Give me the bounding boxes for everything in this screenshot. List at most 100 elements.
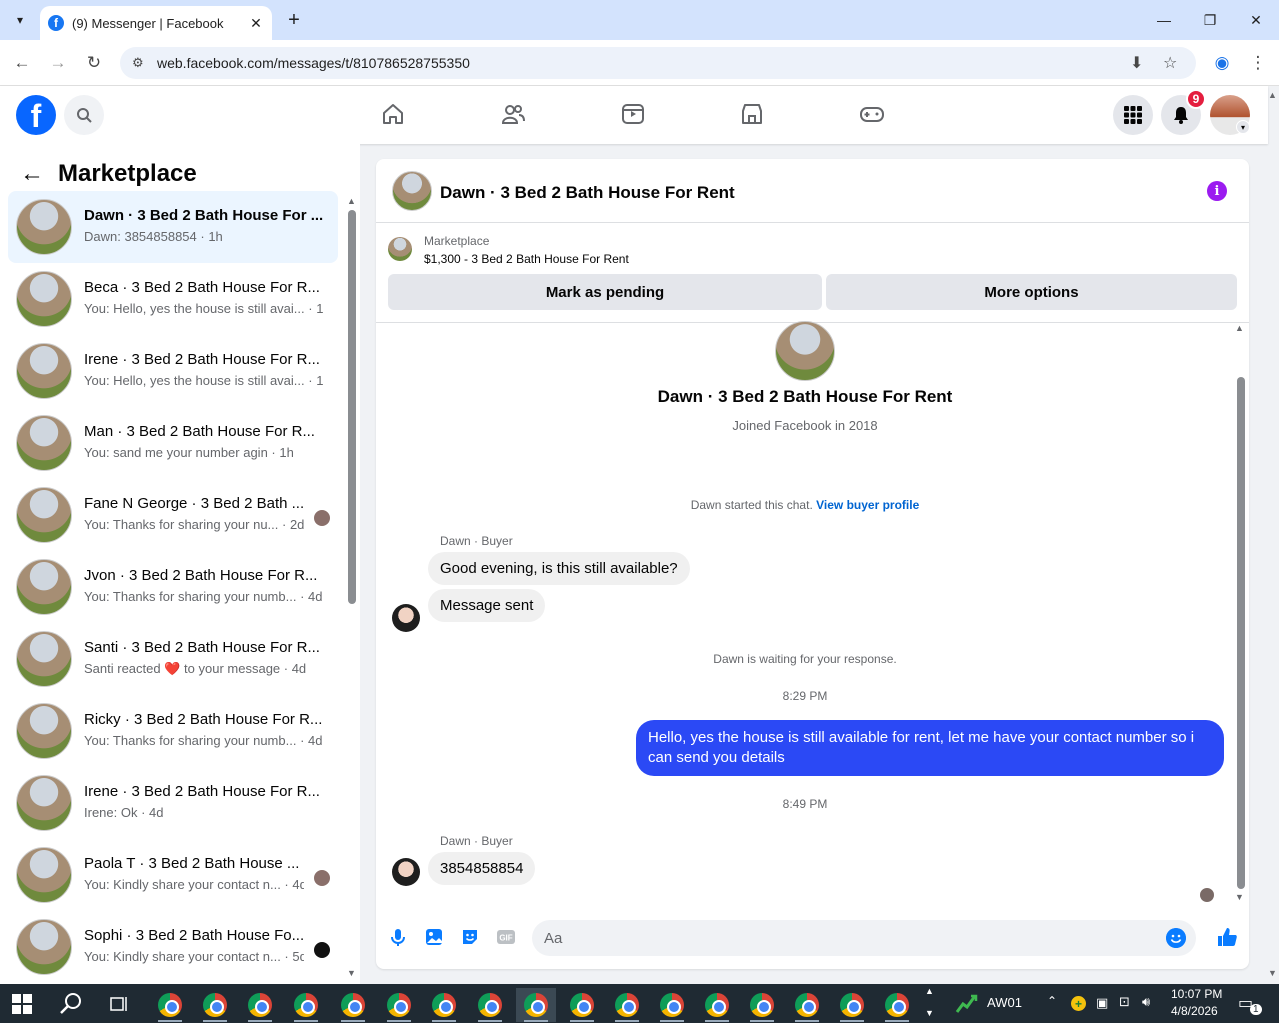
view-buyer-profile-link[interactable]: View buyer profile [816, 498, 919, 512]
tray-device-icon[interactable]: ▣ [1096, 995, 1108, 1011]
taskbar-chrome-app[interactable] [652, 988, 692, 1022]
taskbar-chrome-app[interactable] [607, 988, 647, 1022]
conversation-item[interactable]: Jvon · 3 Bed 2 Bath House For R... You: … [8, 551, 338, 623]
sender-avatar[interactable] [392, 604, 420, 632]
taskbar-chrome-app[interactable] [470, 988, 510, 1022]
windows-start-icon[interactable] [10, 992, 34, 1016]
conversation-item[interactable]: Santi · 3 Bed 2 Bath House For R... Sant… [8, 623, 338, 695]
taskbar-chrome-app[interactable] [424, 988, 464, 1022]
menu-grid-icon[interactable] [1113, 95, 1153, 135]
incoming-message[interactable]: Message sent [428, 589, 546, 622]
listing-thumbnail[interactable] [388, 237, 412, 261]
taskbar-chrome-app[interactable] [150, 988, 190, 1022]
taskbar-chrome-app[interactable] [240, 988, 280, 1022]
sender-avatar[interactable] [392, 858, 420, 886]
profile-icon[interactable]: ◉ [1209, 50, 1235, 76]
conversation-item[interactable]: Ricky · 3 Bed 2 Bath House For R... You:… [8, 695, 338, 767]
more-options-button[interactable]: More options [826, 274, 1237, 310]
incoming-message[interactable]: Good evening, is this still available? [428, 552, 690, 585]
conversation-item[interactable]: Irene · 3 Bed 2 Bath House For R... You:… [8, 335, 338, 407]
incoming-message[interactable]: 3854858854 [428, 852, 536, 885]
taskbar-chrome-app[interactable] [832, 988, 872, 1022]
bookmark-star-icon[interactable]: ☆ [1163, 53, 1177, 73]
page-scroll-up-arrow-icon[interactable]: ▲ [1268, 90, 1277, 100]
install-app-icon[interactable]: ⬇ [1130, 53, 1143, 73]
facebook-logo-icon[interactable]: f [16, 95, 56, 135]
taskbar-chrome-app[interactable] [697, 988, 737, 1022]
menu-dots-icon[interactable]: ⋮ [1245, 50, 1271, 76]
taskbar-chrome-app[interactable] [195, 988, 235, 1022]
taskbar-chrome-app-active[interactable] [516, 988, 556, 1022]
video-icon[interactable] [620, 101, 646, 127]
listing-title[interactable]: $1,300 - 3 Bed 2 Bath House For Rent [424, 252, 629, 266]
network-icon[interactable]: ⊡ [1119, 994, 1130, 1010]
task-view-icon[interactable] [108, 993, 130, 1015]
home-icon[interactable] [380, 101, 406, 127]
minimize-button[interactable]: — [1141, 0, 1187, 40]
reload-icon[interactable]: ↻ [81, 50, 107, 76]
profile-avatar[interactable] [775, 321, 835, 381]
taskbar-chrome-app[interactable] [286, 988, 326, 1022]
marketplace-icon[interactable] [739, 101, 765, 127]
photo-icon[interactable] [424, 927, 444, 947]
tray-app-icon[interactable]: + [1071, 996, 1086, 1011]
stock-chart-icon[interactable] [955, 992, 979, 1014]
forward-icon[interactable]: → [45, 50, 71, 76]
taskbar-chrome-app[interactable] [787, 988, 827, 1022]
close-window-button[interactable]: ✕ [1233, 0, 1279, 40]
conversation-item[interactable]: Dawn · 3 Bed 2 Bath House For ... Dawn: … [8, 191, 338, 263]
conversation-item[interactable]: Irene · 3 Bed 2 Bath House For R... Iren… [8, 767, 338, 839]
volume-icon[interactable]: 🔊︎ [1142, 994, 1150, 1010]
chat-scrollbar[interactable] [1237, 377, 1245, 889]
friends-icon[interactable] [500, 101, 526, 127]
taskbar-scroll-down-icon[interactable]: ▼ [925, 1008, 934, 1018]
scroll-down-arrow-icon[interactable]: ▼ [1235, 892, 1244, 902]
microphone-icon[interactable] [388, 927, 408, 947]
scroll-up-arrow-icon[interactable]: ▲ [347, 196, 356, 206]
conversation-item[interactable]: Paola T · 3 Bed 2 Bath House ... You: Ki… [8, 839, 338, 911]
taskbar-chrome-app[interactable] [562, 988, 602, 1022]
chat-title[interactable]: Dawn · 3 Bed 2 Bath House For Rent [440, 183, 735, 203]
site-info-icon[interactable]: ⚙ [132, 55, 144, 71]
chrome-icon [158, 993, 182, 1017]
scroll-up-arrow-icon[interactable]: ▲ [1235, 323, 1244, 333]
taskbar-app-label[interactable]: AW01 [987, 995, 1022, 1010]
info-icon[interactable]: i [1207, 181, 1227, 201]
page-scroll-down-arrow-icon[interactable]: ▼ [1268, 968, 1277, 978]
mark-as-pending-button[interactable]: Mark as pending [388, 274, 822, 310]
conversation-item[interactable]: Man · 3 Bed 2 Bath House For R... You: s… [8, 407, 338, 479]
conversation-item[interactable]: Beca · 3 Bed 2 Bath House For R... You: … [8, 263, 338, 335]
conversation-item[interactable]: Fane N George · 3 Bed 2 Bath ... You: Th… [8, 479, 338, 551]
restore-button[interactable]: ❐ [1187, 0, 1233, 40]
clock-time[interactable]: 10:07 PM [1171, 987, 1222, 1001]
tab-close-icon[interactable]: ✕ [248, 15, 264, 32]
taskbar-chrome-app[interactable] [379, 988, 419, 1022]
taskbar-chrome-app[interactable] [742, 988, 782, 1022]
taskbar-chrome-app[interactable] [333, 988, 373, 1022]
taskbar-search-icon[interactable] [58, 991, 84, 1017]
emoji-icon[interactable] [1166, 928, 1186, 948]
address-bar[interactable]: ⚙ web.facebook.com/messages/t/8107865287… [120, 47, 1196, 79]
outgoing-message[interactable]: Hello, yes the house is still available … [636, 720, 1224, 776]
chat-header-avatar[interactable] [392, 171, 432, 211]
gaming-icon[interactable] [859, 101, 885, 127]
url-text[interactable]: web.facebook.com/messages/t/810786528755… [157, 55, 470, 71]
message-input[interactable]: Aa [532, 920, 1196, 956]
scroll-down-arrow-icon[interactable]: ▼ [347, 968, 356, 978]
clock-date[interactable]: 4/8/2026 [1171, 1004, 1218, 1018]
back-icon[interactable]: ← [9, 50, 35, 76]
search-icon[interactable] [64, 95, 104, 135]
new-tab-button[interactable]: + [282, 8, 306, 32]
taskbar-chrome-app[interactable] [877, 988, 917, 1022]
sidebar-scrollbar[interactable] [348, 210, 356, 604]
account-chevron-down-icon[interactable]: ▾ [1236, 120, 1250, 134]
tab-search-icon[interactable]: ▾ [8, 8, 32, 32]
thumbs-up-icon[interactable] [1216, 926, 1238, 948]
sticker-icon[interactable] [460, 927, 480, 947]
tray-chevron-up-icon[interactable]: ⌃ [1047, 994, 1057, 1008]
taskbar-scroll-up-icon[interactable]: ▲ [925, 986, 934, 996]
conversation-item[interactable]: Sophi · 3 Bed 2 Bath House Fo... You: Ki… [8, 911, 338, 983]
browser-tab[interactable]: f (9) Messenger | Facebook ✕ [40, 6, 272, 40]
back-arrow-icon[interactable]: ← [20, 160, 44, 188]
gif-icon[interactable]: GIF [496, 927, 516, 947]
